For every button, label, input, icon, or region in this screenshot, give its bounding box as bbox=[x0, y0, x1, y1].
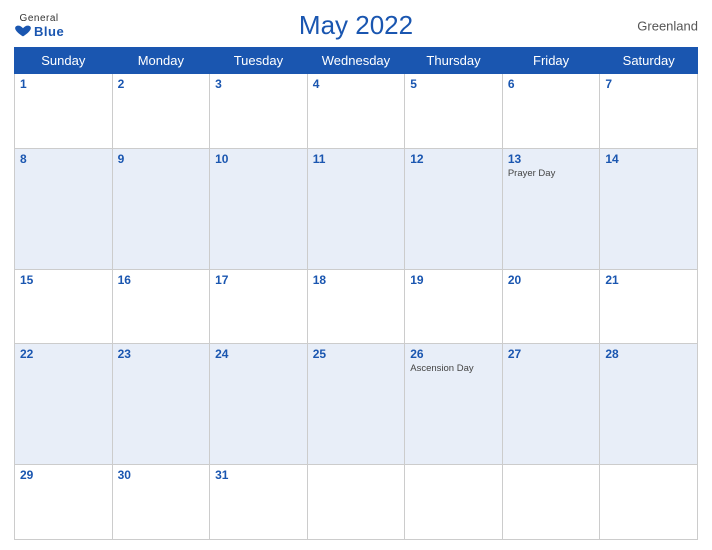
week-row-2: 89 10 11 12 13 Prayer Day 14 bbox=[15, 148, 698, 269]
day-header-friday: Friday bbox=[502, 48, 600, 74]
day-cell bbox=[600, 465, 698, 540]
event-label: Ascension Day bbox=[410, 363, 497, 374]
day-header-wednesday: Wednesday bbox=[307, 48, 405, 74]
day-number: 21 bbox=[605, 273, 692, 287]
day-header-monday: Monday bbox=[112, 48, 210, 74]
day-header-thursday: Thursday bbox=[405, 48, 503, 74]
week-row-4: 22 23 24 25 26 Ascension Day 27 28 bbox=[15, 344, 698, 465]
day-cell: 7 bbox=[600, 74, 698, 149]
day-cell: 31 bbox=[210, 465, 308, 540]
day-cell bbox=[405, 465, 503, 540]
day-cell: 15 bbox=[15, 269, 113, 344]
day-cell: 11 bbox=[307, 148, 405, 269]
day-number: 24 bbox=[215, 347, 302, 361]
day-number: 23 bbox=[118, 347, 205, 361]
day-number: 18 bbox=[313, 273, 400, 287]
day-number: 17 bbox=[215, 273, 302, 287]
day-number: 27 bbox=[508, 347, 595, 361]
logo-blue: Blue bbox=[14, 24, 64, 39]
day-cell: 28 bbox=[600, 344, 698, 465]
week-row-1: 1234567 bbox=[15, 74, 698, 149]
week-row-3: 15 16 17 18 19 20 21 bbox=[15, 269, 698, 344]
day-number: 30 bbox=[118, 468, 205, 482]
day-cell: 13 Prayer Day bbox=[502, 148, 600, 269]
day-number: 3 bbox=[215, 77, 302, 91]
logo: General Blue bbox=[14, 13, 64, 39]
day-header-saturday: Saturday bbox=[600, 48, 698, 74]
day-cell: 23 bbox=[112, 344, 210, 465]
day-number: 8 bbox=[20, 152, 107, 166]
calendar-page: General Blue May 2022 Greenland SundayMo… bbox=[0, 0, 712, 550]
day-cell: 24 bbox=[210, 344, 308, 465]
day-cell: 5 bbox=[405, 74, 503, 149]
day-cell: 9 bbox=[112, 148, 210, 269]
day-number: 26 bbox=[410, 347, 497, 361]
day-number: 25 bbox=[313, 347, 400, 361]
day-number: 22 bbox=[20, 347, 107, 361]
day-cell: 16 bbox=[112, 269, 210, 344]
day-cell: 2 bbox=[112, 74, 210, 149]
day-number: 19 bbox=[410, 273, 497, 287]
day-number: 29 bbox=[20, 468, 107, 482]
day-number: 10 bbox=[215, 152, 302, 166]
day-cell: 1 bbox=[15, 74, 113, 149]
header: General Blue May 2022 Greenland bbox=[14, 10, 698, 41]
day-number: 20 bbox=[508, 273, 595, 287]
day-cell: 29 bbox=[15, 465, 113, 540]
day-header-sunday: Sunday bbox=[15, 48, 113, 74]
day-cell: 8 bbox=[15, 148, 113, 269]
day-cell: 4 bbox=[307, 74, 405, 149]
day-cell: 21 bbox=[600, 269, 698, 344]
region-label: Greenland bbox=[637, 18, 698, 33]
day-number: 7 bbox=[605, 77, 692, 91]
day-cell: 6 bbox=[502, 74, 600, 149]
day-cell: 12 bbox=[405, 148, 503, 269]
day-number: 14 bbox=[605, 152, 692, 166]
day-number: 5 bbox=[410, 77, 497, 91]
header-row: SundayMondayTuesdayWednesdayThursdayFrid… bbox=[15, 48, 698, 74]
day-cell: 22 bbox=[15, 344, 113, 465]
day-number: 6 bbox=[508, 77, 595, 91]
day-number: 28 bbox=[605, 347, 692, 361]
day-number: 1 bbox=[20, 77, 107, 91]
week-row-5: 29 30 31 bbox=[15, 465, 698, 540]
day-cell: 19 bbox=[405, 269, 503, 344]
day-number: 31 bbox=[215, 468, 302, 482]
day-number: 9 bbox=[118, 152, 205, 166]
calendar-title: May 2022 bbox=[299, 10, 413, 40]
day-cell bbox=[502, 465, 600, 540]
logo-general: General bbox=[20, 13, 59, 24]
day-cell bbox=[307, 465, 405, 540]
day-cell: 18 bbox=[307, 269, 405, 344]
title-area: May 2022 bbox=[299, 10, 413, 41]
day-cell: 10 bbox=[210, 148, 308, 269]
day-number: 13 bbox=[508, 152, 595, 166]
day-cell: 30 bbox=[112, 465, 210, 540]
day-number: 15 bbox=[20, 273, 107, 287]
day-cell: 14 bbox=[600, 148, 698, 269]
day-cell: 3 bbox=[210, 74, 308, 149]
logo-bird-icon bbox=[14, 24, 32, 38]
event-label: Prayer Day bbox=[508, 168, 595, 179]
day-cell: 20 bbox=[502, 269, 600, 344]
calendar-table: SundayMondayTuesdayWednesdayThursdayFrid… bbox=[14, 47, 698, 540]
day-cell: 27 bbox=[502, 344, 600, 465]
day-cell: 17 bbox=[210, 269, 308, 344]
day-number: 11 bbox=[313, 152, 400, 166]
day-number: 12 bbox=[410, 152, 497, 166]
day-number: 16 bbox=[118, 273, 205, 287]
day-header-tuesday: Tuesday bbox=[210, 48, 308, 74]
day-number: 4 bbox=[313, 77, 400, 91]
day-cell: 26 Ascension Day bbox=[405, 344, 503, 465]
day-cell: 25 bbox=[307, 344, 405, 465]
day-number: 2 bbox=[118, 77, 205, 91]
